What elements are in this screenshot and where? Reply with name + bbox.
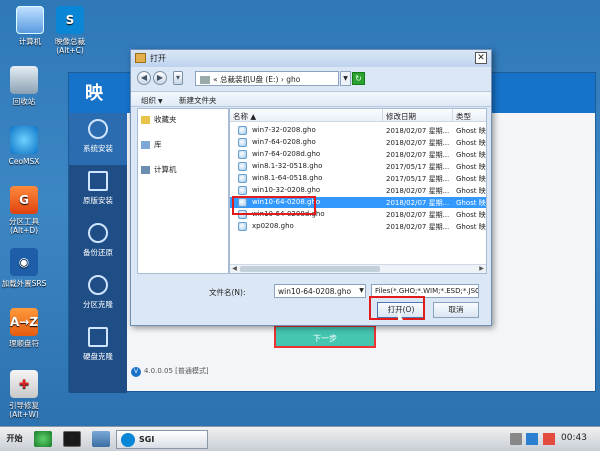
- address-bar[interactable]: « 总裁装机U盘 (E:) › gho: [195, 71, 339, 86]
- desktop-icon-boot-repair[interactable]: ✚ 引导修复 (Alt+W): [0, 370, 54, 419]
- sidebar-item-backup-restore[interactable]: 备份还原: [69, 217, 127, 269]
- address-row: ◀ ▶ ▾ « 总裁装机U盘 (E:) › gho ▼ ↻: [137, 71, 485, 87]
- gho-file-icon: [238, 186, 247, 195]
- scroll-left-icon[interactable]: ◀: [230, 265, 239, 273]
- new-folder-button[interactable]: 新建文件夹: [179, 95, 217, 106]
- chevron-down-icon: ▼: [158, 98, 163, 105]
- srs-icon: ◉: [10, 248, 38, 276]
- address-dropdown[interactable]: ▼: [340, 71, 351, 86]
- gho-file-icon: [238, 126, 247, 135]
- star-icon: [141, 116, 150, 124]
- desktop-icon-ceomsx[interactable]: CeoMSX: [0, 126, 54, 166]
- filename-label: 文件名(N):: [209, 288, 246, 297]
- puzzle-icon[interactable]: [34, 431, 52, 447]
- windows-grid-icon: [88, 171, 108, 191]
- filename-dropdown[interactable]: ▼: [357, 284, 366, 298]
- windows-icon: [88, 119, 108, 139]
- disk-search-icon: [88, 327, 108, 347]
- taskbar: 开始 SGI 00:43: [0, 426, 600, 451]
- file-row[interactable]: xp0208.gho2018/02/07 星期...Ghost 映像: [230, 221, 486, 232]
- boot-repair-icon: ✚: [10, 370, 38, 398]
- cancel-button[interactable]: 取消: [433, 302, 479, 318]
- file-row[interactable]: win8.1-64-0518.gho 2017/05/17 星期... Ghost …: [230, 173, 486, 184]
- filename-input[interactable]: win10-64-0208.gho: [274, 284, 366, 298]
- computer-icon: [141, 166, 150, 174]
- sidebar-item-system-install[interactable]: 系统安装: [69, 113, 127, 165]
- horizontal-scrollbar[interactable]: ◀ ▶: [230, 264, 486, 273]
- keyboard-icon[interactable]: [510, 433, 522, 445]
- library-icon: [141, 141, 150, 149]
- dialog-title: 打开: [150, 54, 166, 63]
- column-header-type[interactable]: 类型: [453, 109, 486, 122]
- volume-icon[interactable]: [543, 433, 555, 445]
- network-icon[interactable]: [526, 433, 538, 445]
- desktop-icon-srs[interactable]: ◉ 加载外置SRS: [0, 248, 54, 288]
- mouse-cursor-icon: [398, 311, 403, 320]
- desktop-icon-drive-letter[interactable]: A→Z 理顺盘符: [0, 308, 54, 348]
- backup-clock-icon: [88, 223, 108, 243]
- drive-letter-icon: A→Z: [10, 308, 38, 336]
- file-row[interactable]: win7-64-0208.gho2018/02/07 星期...Ghost 映像: [230, 137, 486, 148]
- file-list: 名称 ▲ 修改日期 类型 win7-32-0208.gho 2018/02/07 …: [229, 108, 487, 274]
- file-row[interactable]: win8.1-32-0518.gho 2017/05/17 星期... Ghost …: [230, 161, 486, 172]
- folder-icon: [135, 53, 146, 63]
- sidebar-item-disk-clone[interactable]: 硬盘克隆: [69, 321, 127, 373]
- gho-file-icon: [238, 222, 247, 231]
- gho-file-icon: [238, 162, 247, 171]
- recycle-bin-icon: [10, 66, 38, 94]
- desktop-icon-recycle-bin[interactable]: 回收站: [0, 66, 54, 106]
- file-row[interactable]: win7-32-0208.gho2018/02/07 星期...Ghost 映像: [230, 125, 486, 136]
- command-prompt-icon[interactable]: [63, 431, 81, 447]
- sidebar-item-original-install[interactable]: 原版安装: [69, 165, 127, 217]
- tool-icon[interactable]: [92, 431, 110, 447]
- dialog-toolbar: 组织 ▼ 新建文件夹: [131, 91, 491, 107]
- installer-logo: 映: [85, 83, 103, 104]
- ghost-icon: S: [56, 6, 84, 34]
- start-button[interactable]: 开始: [1, 430, 28, 448]
- taskbar-item-sgi[interactable]: SGI: [116, 430, 208, 449]
- ceomsx-icon: [10, 126, 38, 154]
- highlight-selected-file: [232, 196, 316, 215]
- ghost-icon: [121, 433, 135, 447]
- column-header-date[interactable]: 修改日期: [383, 109, 453, 122]
- up-button[interactable]: ▾: [173, 71, 183, 85]
- scroll-right-icon[interactable]: ▶: [477, 265, 486, 273]
- gho-file-icon: [238, 138, 247, 147]
- navigation-pane: 收藏夹 库 计算机: [137, 108, 229, 274]
- back-button[interactable]: ◀: [137, 71, 151, 85]
- installer-sidebar: 系统安装 原版安装 备份还原 分区克隆 硬盘克隆: [69, 113, 127, 393]
- drive-icon: [200, 76, 210, 84]
- version-badge-icon: V: [131, 367, 141, 377]
- column-header-name[interactable]: 名称 ▲: [230, 109, 383, 122]
- next-step-button[interactable]: 下一步: [274, 325, 376, 348]
- file-row[interactable]: win10-32-0208.gho 2018/02/07 星期... Ghost 映…: [230, 185, 486, 196]
- file-row[interactable]: win7-64-0208d.gho 2018/02/07 星期... Ghost 映…: [230, 149, 486, 160]
- sidebar-item-partition-clone[interactable]: 分区克隆: [69, 269, 127, 321]
- nav-item-favorites[interactable]: 收藏夹: [141, 114, 177, 125]
- organize-menu[interactable]: 组织 ▼: [141, 95, 163, 106]
- version-label: V 4.0.0.05 [普通模式]: [131, 366, 209, 377]
- scrollbar-thumb[interactable]: [240, 266, 380, 272]
- gho-file-icon: [238, 150, 247, 159]
- highlight-open-button: [369, 296, 425, 320]
- desktop-icon-partition-tool[interactable]: G 分区工具 (Alt+D): [0, 186, 54, 235]
- clock: 00:43: [561, 433, 587, 443]
- forward-button[interactable]: ▶: [153, 71, 167, 85]
- refresh-button[interactable]: ↻: [352, 72, 365, 85]
- partition-tool-icon: G: [10, 186, 38, 214]
- nav-item-libraries[interactable]: 库: [141, 139, 162, 150]
- close-button[interactable]: ✕: [475, 52, 487, 64]
- pie-icon: [88, 275, 108, 295]
- desktop-icon-ghost[interactable]: S 映像总裁 (Alt+C): [40, 6, 100, 55]
- open-file-dialog: 打开 ✕ ◀ ▶ ▾ « 总裁装机U盘 (E:) › gho ▼ ↻ 组织 ▼ 新…: [130, 49, 492, 326]
- gho-file-icon: [238, 174, 247, 183]
- nav-item-computer[interactable]: 计算机: [141, 164, 177, 175]
- dialog-titlebar: 打开 ✕: [131, 50, 491, 67]
